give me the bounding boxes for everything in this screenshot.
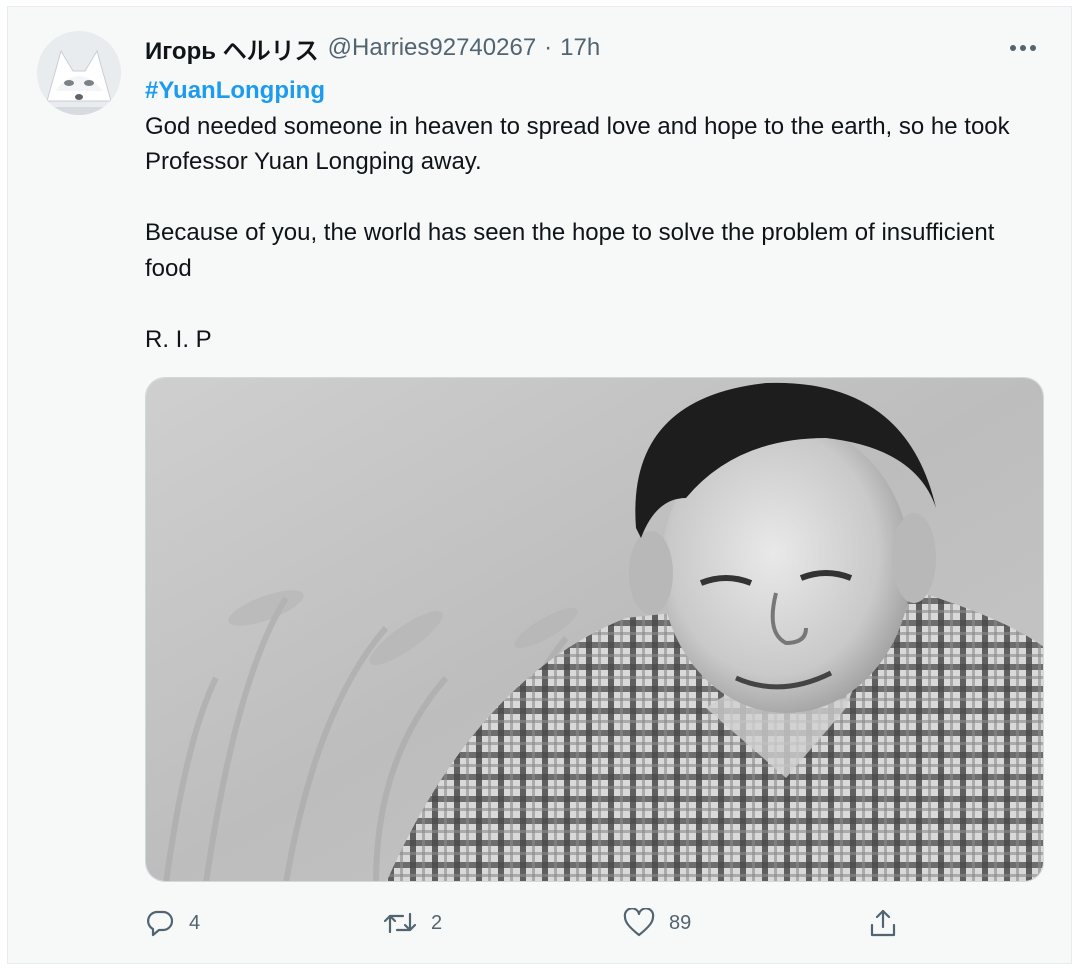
tweet-card[interactable]: Игорь ヘルリス @Harries92740267 · 17h #YuanL… [7, 6, 1072, 964]
portrait-photo [146, 378, 1043, 881]
retweet-count: 2 [431, 911, 443, 934]
like-count: 89 [669, 911, 692, 934]
tweet-paragraph-1: God needed someone in heaven to spread l… [145, 112, 1010, 176]
hashtag-link[interactable]: #YuanLongping [145, 77, 325, 104]
tweet-header: Игорь ヘルリス @Harries92740267 · 17h [145, 31, 600, 65]
display-name[interactable]: Игорь ヘルリス [145, 31, 319, 66]
white-fox-avatar-icon [37, 31, 121, 115]
avatar[interactable] [37, 31, 121, 115]
share-button[interactable] [869, 903, 897, 943]
retweet-button[interactable]: 2 [383, 903, 442, 943]
tweet-paragraph-3: R. I. P [145, 325, 212, 353]
like-button[interactable]: 89 [623, 903, 691, 943]
timestamp[interactable]: 17h [560, 34, 600, 62]
heart-icon [623, 908, 655, 937]
share-icon [870, 909, 896, 937]
separator-dot: · [544, 34, 553, 61]
tweet-action-bar: 4 2 89 [145, 903, 1045, 943]
retweet-icon [383, 912, 417, 934]
reply-bubble-icon [147, 910, 174, 937]
user-handle[interactable]: @Harries92740267 [328, 34, 537, 62]
more-options-button[interactable] [1003, 33, 1043, 63]
reply-button[interactable]: 4 [145, 903, 200, 943]
reply-count: 4 [189, 911, 201, 934]
tweet-photo[interactable] [145, 377, 1044, 882]
tweet-text: #YuanLongping God needed someone in heav… [145, 73, 1045, 357]
tweet-paragraph-2: Because of you, the world has seen the h… [145, 219, 995, 282]
more-horizontal-icon [1010, 45, 1036, 51]
